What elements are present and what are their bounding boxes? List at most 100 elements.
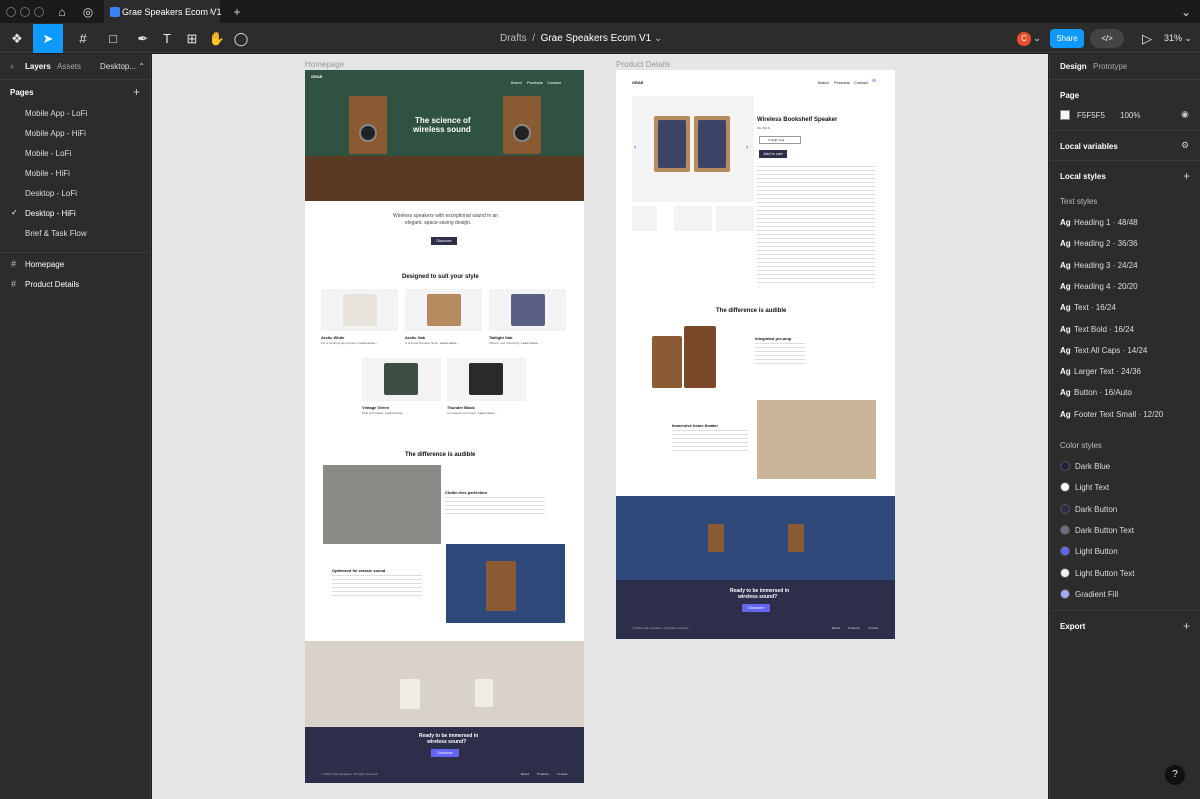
main-menu-icon[interactable]: ❖ xyxy=(2,24,32,53)
carousel-prev-icon[interactable]: ‹ xyxy=(634,144,636,151)
learn-more-link[interactable]: Learn more... xyxy=(359,341,378,345)
color-style-item[interactable]: Gradient Fill xyxy=(1060,588,1118,599)
color-style-item[interactable]: Dark Blue xyxy=(1060,461,1110,471)
page-item[interactable]: Mobile App - HiFi xyxy=(25,129,86,138)
cart-icon[interactable]: ⊕ xyxy=(872,78,878,84)
comment-tool-icon[interactable]: ◯ xyxy=(226,24,256,53)
footer-nav-brand[interactable]: Brand xyxy=(832,626,840,630)
add-style-icon[interactable]: + xyxy=(1183,169,1190,183)
zoom-level[interactable]: 31% ⌄ xyxy=(1161,24,1195,53)
text-style-item[interactable]: Ag Button · 16/Auto xyxy=(1060,388,1132,397)
help-button[interactable]: ? xyxy=(1165,765,1185,785)
color-style-item[interactable]: Light Button Text xyxy=(1060,567,1134,578)
nav-products[interactable]: Products xyxy=(527,80,543,85)
frame-label-product-details[interactable]: Product Details xyxy=(616,60,670,69)
learn-more-link[interactable]: Learn more... xyxy=(478,411,497,415)
chevron-down-icon[interactable]: ⌄ xyxy=(1178,4,1194,20)
window-zoom-dot[interactable] xyxy=(34,7,44,17)
chevron-down-icon[interactable]: ⌄ xyxy=(1030,24,1044,53)
page-item-current[interactable]: Desktop - HiFi xyxy=(25,209,76,218)
color-style-item[interactable]: Light Button xyxy=(1060,546,1118,557)
thumbnail[interactable] xyxy=(716,206,754,231)
home-icon[interactable]: ⌂ xyxy=(54,4,70,20)
carousel-next-icon[interactable]: › xyxy=(746,144,748,151)
footer-nav-products[interactable]: Products xyxy=(848,626,860,630)
local-variables-title[interactable]: Local variables xyxy=(1060,142,1118,151)
text-style-item[interactable]: Ag Heading 1 · 48/48 xyxy=(1060,218,1138,227)
text-style-item[interactable]: Ag Text Bold · 16/24 xyxy=(1060,325,1134,334)
avatar[interactable]: C xyxy=(1017,32,1031,46)
layer-frame-homepage[interactable]: Homepage xyxy=(25,260,64,269)
page-opacity-value[interactable]: 100% xyxy=(1120,111,1140,120)
text-style-item[interactable]: Ag Heading 2 · 36/36 xyxy=(1060,239,1138,248)
page-item[interactable]: Mobile - HiFi xyxy=(25,169,70,178)
product-card-image[interactable] xyxy=(321,289,398,331)
color-style-item[interactable]: Dark Button xyxy=(1060,503,1117,514)
product-details-frame[interactable]: GRAE Brand Products Contact ⊕ ‹ › Wirele… xyxy=(616,70,895,639)
add-export-icon[interactable]: + xyxy=(1183,619,1190,633)
file-tab[interactable]: Grae Speakers Ecom V1 × xyxy=(104,0,222,24)
product-card-image[interactable] xyxy=(489,289,566,331)
globe-icon[interactable]: ◎ xyxy=(80,4,96,20)
tab-assets[interactable]: Assets xyxy=(57,62,81,71)
text-style-item[interactable]: Ag Text All Caps · 14/24 xyxy=(1060,346,1147,355)
color-select[interactable]: Twilight Oak xyxy=(759,136,801,144)
nav-products[interactable]: Products xyxy=(834,80,850,85)
color-style-item[interactable]: Light Text xyxy=(1060,482,1109,493)
learn-more-link[interactable]: Learn more... xyxy=(440,341,459,345)
text-style-item[interactable]: Ag Heading 4 · 20/20 xyxy=(1060,282,1138,291)
canvas[interactable]: Homepage GRAE Brand Products Contact The… xyxy=(152,54,1048,799)
text-style-item[interactable]: Ag Larger Text · 24/36 xyxy=(1060,367,1141,376)
page-color-value[interactable]: F5F5F5 xyxy=(1077,111,1105,120)
footer-nav-products[interactable]: Products xyxy=(537,772,549,776)
footer-nav-contact[interactable]: Contact xyxy=(868,626,878,630)
thumbnail[interactable] xyxy=(674,206,712,231)
footer-nav-contact[interactable]: Contact xyxy=(557,772,567,776)
present-icon[interactable]: ▷ xyxy=(1132,24,1162,53)
product-card-image[interactable] xyxy=(362,358,441,401)
page-switcher[interactable]: Desktop... ⌃ xyxy=(100,62,145,71)
page-item[interactable]: Mobile - LoFi xyxy=(25,149,71,158)
new-tab-icon[interactable]: + xyxy=(229,4,245,20)
nav-brand[interactable]: Brand xyxy=(511,80,522,85)
variables-settings-icon[interactable]: ⚙ xyxy=(1181,140,1189,151)
chevron-down-icon[interactable]: ⌄ xyxy=(654,33,662,44)
window-close-dot[interactable] xyxy=(6,7,16,17)
product-card-image[interactable] xyxy=(405,289,482,331)
shape-tool-icon[interactable]: □ xyxy=(98,24,128,53)
color-style-item[interactable]: Dark Button Text xyxy=(1060,524,1134,535)
tab-layers[interactable]: Layers xyxy=(25,62,51,71)
page-item[interactable]: Desktop - LoFi xyxy=(25,189,77,198)
page-item[interactable]: Mobile App - LoFi xyxy=(25,109,87,118)
layer-frame-product-details[interactable]: Product Details xyxy=(25,280,79,289)
cta-discover-button[interactable]: Discover xyxy=(431,749,459,757)
eye-icon[interactable]: ◉ xyxy=(1181,109,1189,120)
window-minimize-dot[interactable] xyxy=(20,7,30,17)
text-style-item[interactable]: Ag Footer Text Small · 12/20 xyxy=(1060,410,1163,419)
breadcrumb-drafts[interactable]: Drafts xyxy=(500,33,527,44)
tab-prototype[interactable]: Prototype xyxy=(1093,62,1127,71)
add-to-cart-button[interactable]: Add to cart xyxy=(759,150,787,158)
nav-brand[interactable]: Brand xyxy=(818,80,829,85)
tab-design[interactable]: Design xyxy=(1060,62,1087,71)
breadcrumb-file-name[interactable]: Grae Speakers Ecom V1 xyxy=(541,33,652,44)
discover-button[interactable]: Discover xyxy=(431,237,457,245)
close-tab-icon[interactable]: × xyxy=(209,0,214,24)
move-tool-icon[interactable]: ➤ xyxy=(33,24,63,53)
thumbnail[interactable] xyxy=(632,206,657,231)
page-color-swatch[interactable] xyxy=(1060,110,1070,120)
search-icon[interactable]: ⌕ xyxy=(10,62,14,72)
nav-contact[interactable]: Contact xyxy=(854,80,868,85)
learn-more-link[interactable]: Learn more... xyxy=(521,341,540,345)
cta-discover-button[interactable]: Discover xyxy=(742,604,770,612)
page-item[interactable]: Brief & Task Flow xyxy=(25,229,87,238)
share-button[interactable]: Share xyxy=(1050,29,1084,48)
frame-label-homepage[interactable]: Homepage xyxy=(305,60,344,69)
nav-contact[interactable]: Contact xyxy=(547,80,561,85)
learn-more-link[interactable]: Learn more... xyxy=(385,411,404,415)
footer-nav-brand[interactable]: Brand xyxy=(521,772,529,776)
product-card-image[interactable] xyxy=(447,358,526,401)
homepage-frame[interactable]: GRAE Brand Products Contact The science … xyxy=(305,70,584,783)
dev-mode-toggle[interactable]: </> xyxy=(1090,29,1124,48)
frame-tool-icon[interactable]: # xyxy=(68,24,98,53)
